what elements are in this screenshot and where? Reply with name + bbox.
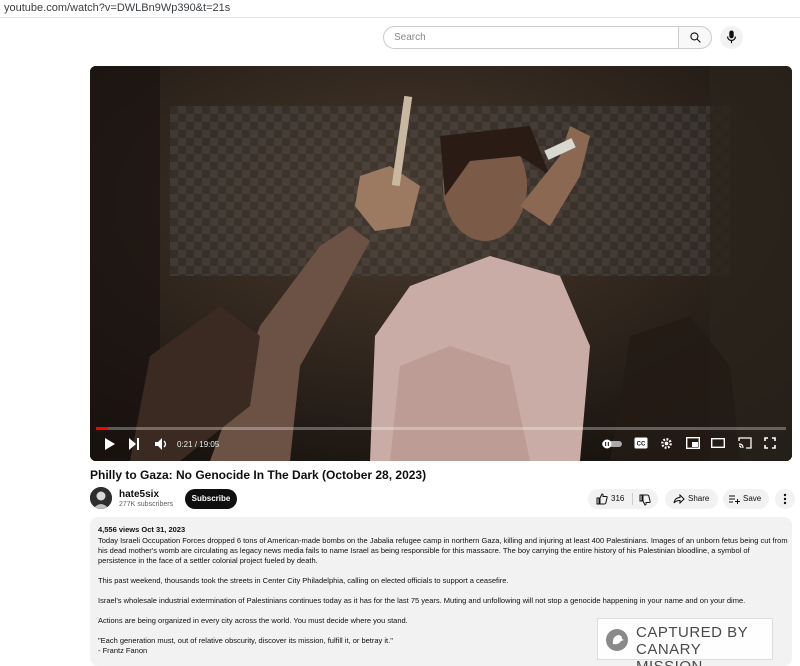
video-frame[interactable] [90,66,792,461]
like-dislike-group: 316 [588,489,658,509]
description-paragraph: This past weekend, thousands took the st… [98,576,509,585]
like-divider [632,493,633,505]
search-icon [690,32,701,43]
cast-icon[interactable] [738,437,752,449]
progress-fill [96,427,109,430]
description-paragraph: Israel's wholesale industrial exterminat… [98,596,746,605]
settings-icon[interactable] [660,437,673,450]
channel-name[interactable]: hate5six [119,489,159,500]
fullscreen-icon[interactable] [764,437,776,449]
save-playlist-icon [729,495,740,504]
view-count-date: 4,556 views Oct 31, 2023 [98,525,186,534]
voice-search-button[interactable] [720,26,743,49]
search-input[interactable]: Search [383,26,679,49]
canary-mission-watermark: CAPTURED BY CANARY MISSION [597,618,773,666]
avatar-image [90,487,112,509]
video-title: Philly to Gaza: No Genocide In The Dark … [90,468,427,482]
progress-bar[interactable] [96,427,786,430]
more-actions-button[interactable] [775,489,795,509]
thumbs-down-icon[interactable] [639,494,651,506]
save-button[interactable]: Save [723,489,769,509]
watermark-line-2: CANARY MISSION [636,641,702,666]
search-button[interactable] [678,26,712,49]
save-label: Save [743,494,762,503]
time-display: 0:21 / 19:05 [177,440,220,449]
share-label: Share [688,494,710,503]
svg-text:CC: CC [637,442,646,448]
browser-address-bar[interactable]: youtube.com/watch?v=DWLBn9Wp390&t=21s [0,0,800,18]
autoplay-toggle[interactable] [602,439,622,449]
miniplayer-icon[interactable] [686,437,700,449]
more-options-icon [783,493,787,505]
next-icon[interactable] [128,437,140,451]
subscriber-count: 277K subscribers [119,501,174,508]
microphone-icon [726,30,737,44]
description-paragraph: Today Israeli Occupation Forces dropped … [98,536,788,565]
share-icon [673,494,685,504]
video-player[interactable]: 0:21 / 19:05 CC [90,66,792,461]
captions-icon[interactable]: CC [634,437,648,449]
canary-logo-icon [606,629,628,651]
search-placeholder: Search [394,32,426,43]
play-icon[interactable] [104,437,116,451]
player-controls: 0:21 / 19:05 CC [90,427,792,461]
share-button[interactable]: Share [665,489,718,509]
theater-mode-icon[interactable] [711,437,725,449]
watermark-line-1: CAPTURED BY [636,624,749,641]
url-text[interactable]: youtube.com/watch?v=DWLBn9Wp390&t=21s [4,2,230,14]
subscribe-button[interactable]: Subscribe [185,489,237,509]
like-count[interactable]: 316 [611,494,624,503]
channel-avatar[interactable] [90,487,112,509]
volume-icon[interactable] [154,437,168,451]
thumbs-up-icon[interactable] [596,493,608,505]
